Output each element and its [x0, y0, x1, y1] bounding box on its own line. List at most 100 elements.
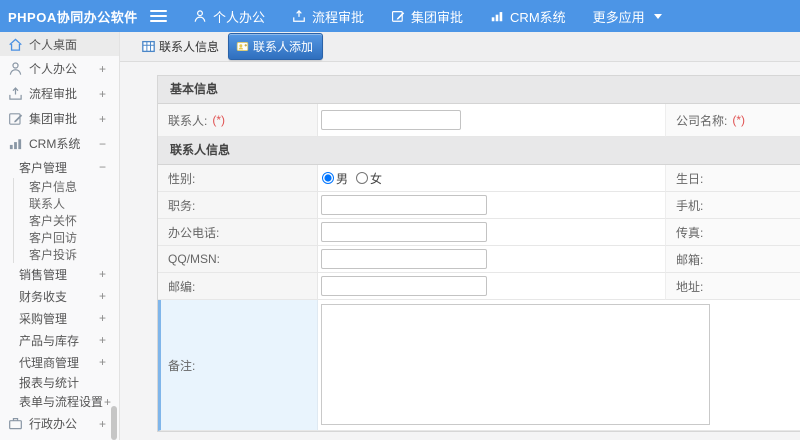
bar-chart-icon: [490, 9, 504, 23]
row-job-title: 职务: 手机:: [158, 192, 800, 219]
sidebar-item-personal-office[interactable]: 个人办公 +: [0, 56, 119, 81]
sidebar-item-contacts[interactable]: 联系人: [14, 195, 119, 212]
sidebar-item-label: 销售管理: [19, 267, 68, 282]
sidebar-item-personal-desktop[interactable]: 个人桌面: [0, 32, 119, 56]
sidebar-item-label: 代理商管理: [19, 355, 80, 370]
qq-msn-value-cell: [318, 246, 666, 273]
nav-personal-office[interactable]: 个人办公: [193, 7, 265, 26]
top-nav: 个人办公 流程审批 集团审批 CRM系统 更多应用: [193, 7, 689, 26]
sidebar-item-label: 流程审批: [29, 87, 78, 101]
sidebar-item-label: 客户信息: [29, 180, 78, 194]
tab-label: 联系人添加: [253, 40, 314, 54]
tab-contact-add[interactable]: 联系人添加: [228, 33, 324, 60]
sidebar-item-customer-management[interactable]: 客户管理 −: [0, 156, 119, 178]
qq-msn-input[interactable]: [321, 249, 487, 269]
expand-toggle[interactable]: +: [99, 333, 119, 347]
approval-upload-icon: [292, 9, 306, 23]
caret-down-icon: [653, 13, 662, 19]
sidebar-item-sales-management[interactable]: 销售管理 +: [0, 263, 119, 285]
sidebar-item-label: 个人桌面: [29, 37, 78, 52]
nav-more-apps[interactable]: 更多应用: [593, 7, 662, 26]
row-postcode: 邮编: 地址:: [158, 273, 800, 300]
sidebar-item-label: 采购管理: [19, 311, 68, 326]
sidebar-item-workflow-approval[interactable]: 流程审批 +: [0, 81, 119, 106]
sidebar-item-reports-statistics[interactable]: 报表与统计: [0, 373, 119, 392]
collapse-toggle[interactable]: −: [99, 160, 119, 174]
office-phone-value-cell: [318, 219, 666, 246]
gender-label-cell: 性别:: [158, 165, 318, 192]
collapse-toggle[interactable]: −: [99, 137, 119, 151]
tab-contact-info[interactable]: 联系人信息: [142, 38, 219, 55]
expand-toggle[interactable]: +: [99, 112, 119, 126]
gender-female-radio[interactable]: [356, 172, 369, 184]
contact-name-input[interactable]: [321, 110, 461, 130]
gender-male-label[interactable]: 男: [336, 170, 348, 187]
gender-female-label[interactable]: 女: [370, 170, 382, 187]
sidebar-item-agent-management[interactable]: 代理商管理 +: [0, 351, 119, 373]
expand-toggle[interactable]: +: [99, 289, 119, 303]
expand-toggle[interactable]: +: [99, 267, 119, 281]
office-phone-input[interactable]: [321, 222, 487, 242]
sidebar-item-label: 集团审批: [29, 112, 78, 126]
sidebar-item-purchasing[interactable]: 采购管理 +: [0, 307, 119, 329]
job-title-input[interactable]: [321, 195, 487, 215]
sidebar-item-label: 客户投诉: [29, 248, 78, 262]
sidebar-item-label: 客户管理: [19, 160, 68, 175]
row-gender: 性别: 男 女 生日:: [158, 165, 800, 192]
expand-toggle[interactable]: +: [99, 62, 119, 76]
sidebar-item-customer-complaint[interactable]: 客户投诉: [14, 246, 119, 263]
sidebar-item-products-inventory[interactable]: 产品与库存 +: [0, 329, 119, 351]
row-remark: 备注:: [158, 300, 800, 431]
sidebar-item-crm-system[interactable]: CRM系统 −: [0, 131, 119, 156]
user-icon: [8, 61, 23, 76]
email-label-cell: 邮箱:: [666, 246, 800, 273]
job-title-value-cell: [318, 192, 666, 219]
expand-toggle[interactable]: +: [99, 87, 119, 101]
hamburger-menu-icon[interactable]: [150, 10, 167, 22]
remark-textarea[interactable]: [321, 304, 710, 425]
postcode-input[interactable]: [321, 276, 487, 296]
sidebar-item-label: 客户回访: [29, 231, 78, 245]
expand-toggle[interactable]: +: [104, 395, 111, 409]
remark-value-cell: [318, 300, 800, 431]
contact-add-form: 基本信息 联系人: (*) 公司名称: (*) 联系人信息 性别: 男 女 生日…: [120, 62, 800, 432]
contact-name-label-cell: 联系人: (*): [158, 104, 318, 137]
gender-value-cell: 男 女: [318, 165, 666, 192]
nav-workflow-approval[interactable]: 流程审批: [292, 7, 364, 26]
gender-male-radio[interactable]: [322, 172, 334, 184]
expand-toggle[interactable]: +: [99, 355, 119, 369]
topbar: PHPOA协同办公软件 个人办公 流程审批 集团审批 CRM系统 更多应用: [0, 0, 800, 32]
sidebar-item-form-workflow-settings[interactable]: 表单与流程设置 +: [0, 392, 119, 411]
sidebar-item-label: 联系人: [29, 197, 66, 211]
section-contact-info: 联系人信息: [158, 137, 800, 165]
sidebar-scrollbar-thumb[interactable]: [111, 406, 117, 440]
main-content: 联系人信息 联系人添加 基本信息 联系人: (*) 公司名称: (*) 联系人信…: [120, 32, 800, 440]
sidebar-item-customer-info[interactable]: 客户信息: [14, 178, 119, 195]
nav-crm-system[interactable]: CRM系统: [490, 7, 566, 26]
sidebar-item-label: 财务收支: [19, 289, 68, 304]
sidebar-item-customer-care[interactable]: 客户关怀: [14, 212, 119, 229]
row-qq-msn: QQ/MSN: 邮箱:: [158, 246, 800, 273]
office-phone-label-cell: 办公电话:: [158, 219, 318, 246]
sidebar-item-customer-revisit[interactable]: 客户回访: [14, 229, 119, 246]
edit-icon: [8, 111, 23, 126]
section-basic-info: 基本信息: [158, 76, 800, 104]
edit-icon: [391, 9, 405, 23]
postcode-label: 邮编:: [168, 279, 196, 294]
expand-toggle[interactable]: +: [99, 311, 119, 325]
contact-name-label: 联系人:: [168, 113, 208, 128]
nav-label: 更多应用: [592, 9, 645, 25]
gender-label: 性别:: [168, 171, 196, 186]
nav-label: 个人办公: [213, 9, 266, 25]
sidebar-item-admin-office[interactable]: 行政办公 +: [0, 411, 119, 436]
nav-group-approval[interactable]: 集团审批: [391, 7, 463, 26]
address-label-cell: 地址:: [666, 273, 800, 300]
bar-chart-icon: [8, 136, 23, 151]
fax-label-cell: 传真:: [666, 219, 800, 246]
sidebar: 个人桌面 个人办公 + 流程审批 + 集团审批 + CRM系统 − 客户管理 −…: [0, 32, 120, 440]
sidebar-item-group-approval[interactable]: 集团审批 +: [0, 106, 119, 131]
nav-label: 流程审批: [312, 9, 365, 25]
section-header-contact: 联系人信息: [158, 137, 800, 165]
nav-label: CRM系统: [510, 9, 566, 25]
sidebar-item-finance[interactable]: 财务收支 +: [0, 285, 119, 307]
